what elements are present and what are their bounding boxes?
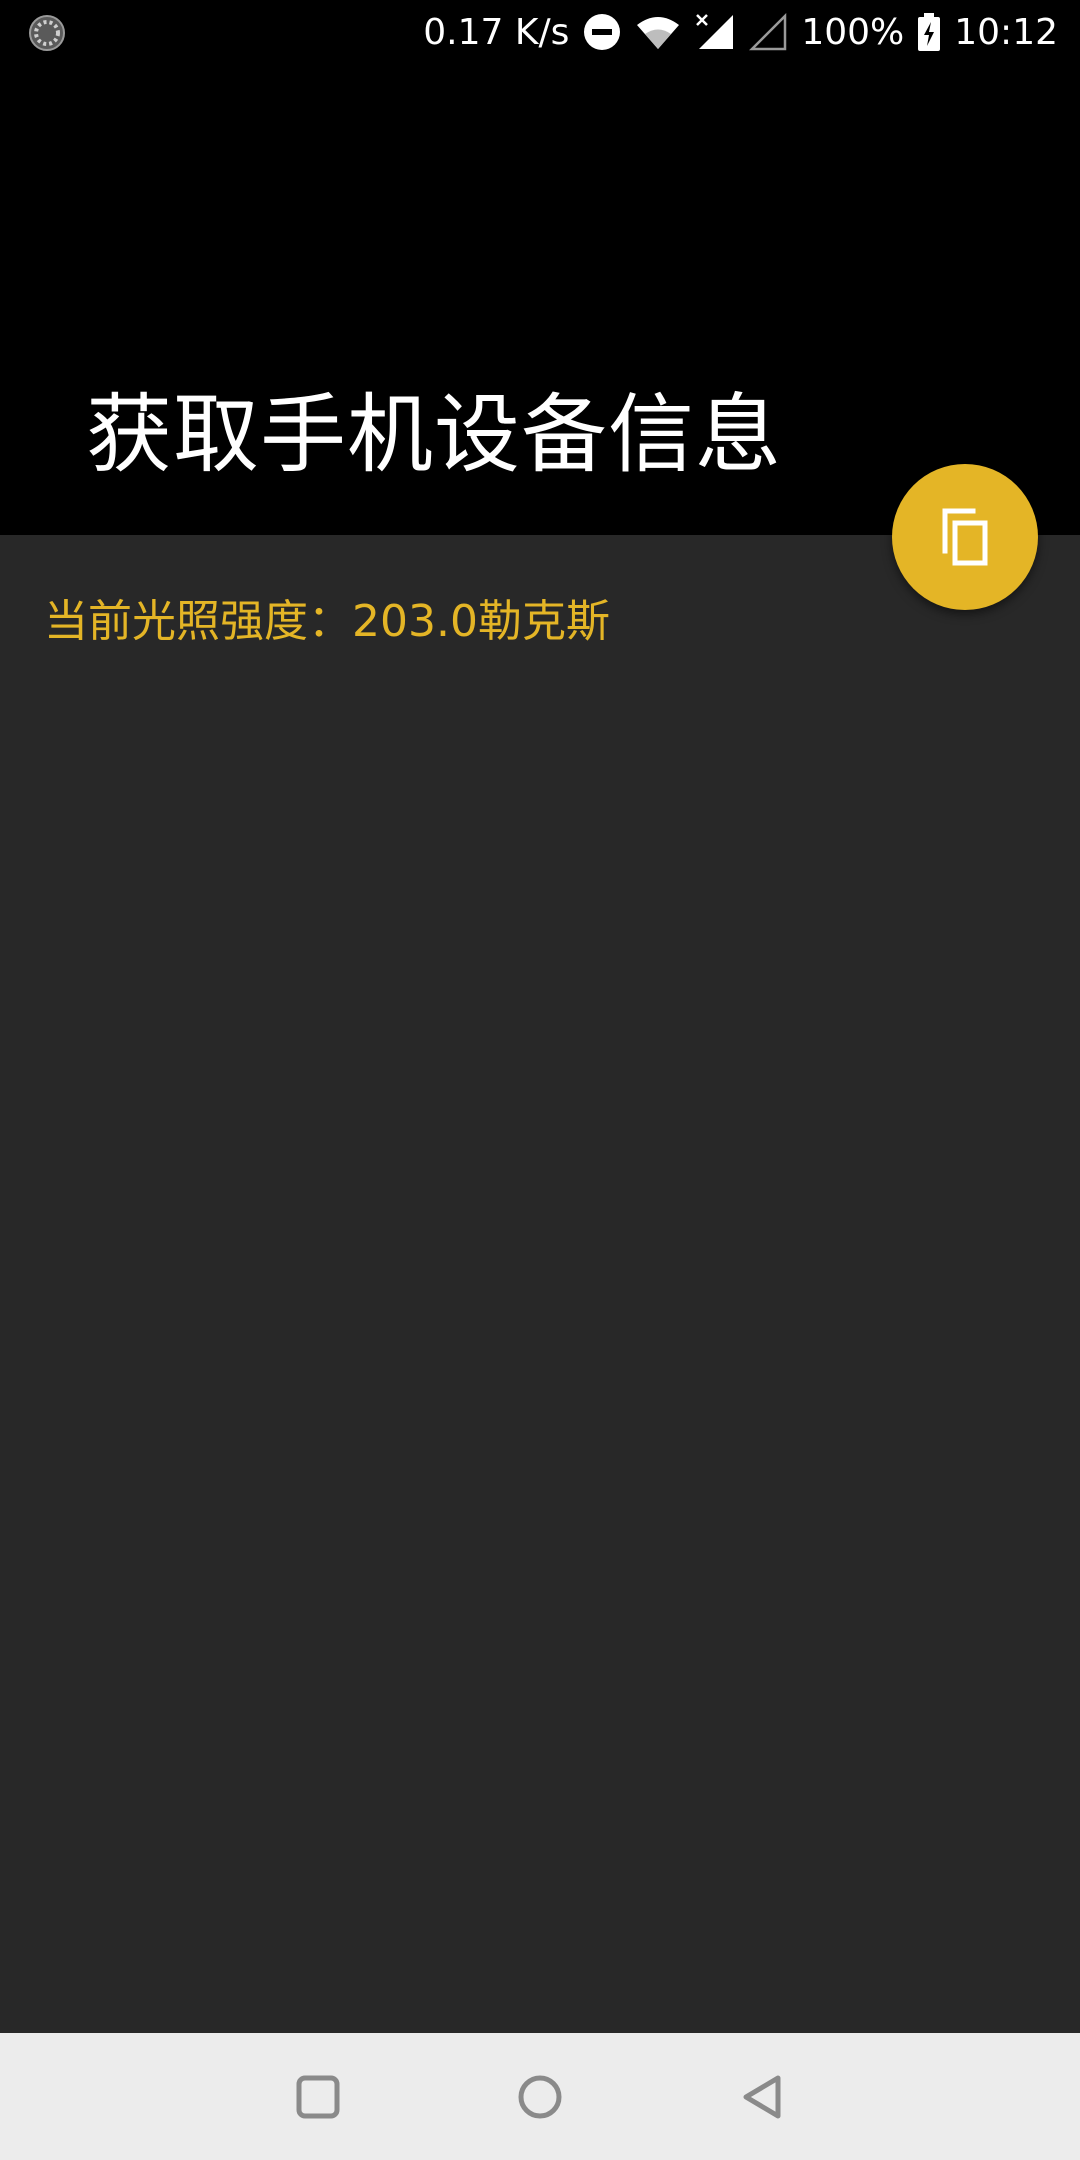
home-circle-icon	[518, 2075, 562, 2118]
battery-charging-icon	[918, 13, 941, 51]
do-not-disturb-icon	[584, 14, 621, 50]
signal-empty-icon	[749, 13, 787, 51]
loading-circle-icon	[29, 15, 65, 51]
screen: 0.17 K/s 100% 10:12 获取手机设备信息 当前光照强度：203.…	[0, 0, 1080, 2160]
status-time: 10:12	[954, 11, 1058, 53]
back-button[interactable]	[712, 2033, 812, 2160]
status-bar: 0.17 K/s 100% 10:12	[0, 0, 1080, 64]
network-speed: 0.17 K/s	[423, 11, 570, 53]
navigation-bar	[0, 2033, 1080, 2160]
back-triangle-icon	[743, 2075, 781, 2118]
main-content: 当前光照强度：203.0勒克斯	[0, 535, 1080, 2033]
app-bar: 获取手机设备信息	[0, 64, 1080, 535]
recents-square-icon	[296, 2075, 340, 2118]
signal-no-data-icon	[696, 14, 734, 49]
page-title: 获取手机设备信息	[86, 385, 782, 485]
recents-button[interactable]	[268, 2033, 368, 2160]
status-icons: 0.17 K/s 100% 10:12	[423, 0, 1058, 64]
copy-icon	[942, 508, 988, 566]
copy-button[interactable]	[892, 464, 1038, 610]
home-button[interactable]	[490, 2033, 590, 2160]
battery-percent: 100%	[801, 11, 905, 53]
wifi-icon	[637, 17, 680, 49]
light-intensity-text: 当前光照强度：203.0勒克斯	[44, 596, 610, 647]
